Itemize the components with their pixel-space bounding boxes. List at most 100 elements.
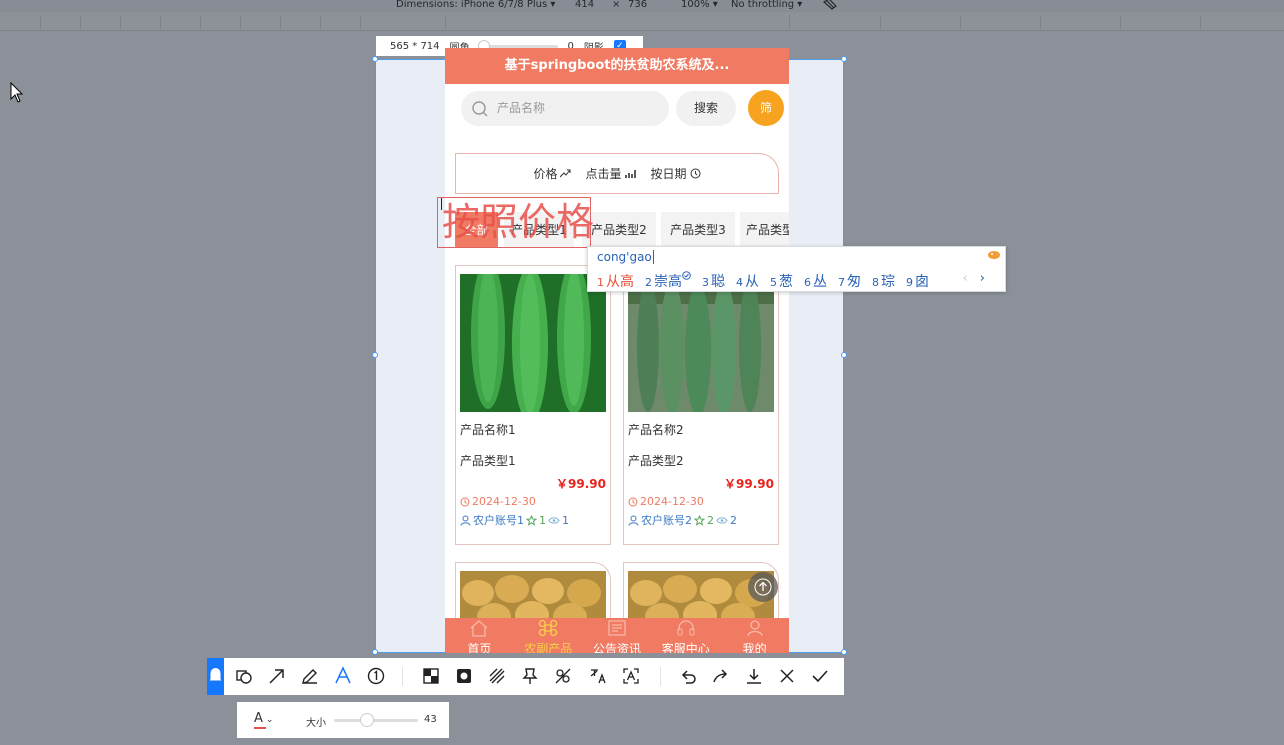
number-tool-icon[interactable]: [366, 666, 386, 686]
product-name: 产品名称1: [460, 423, 516, 437]
home-icon: [470, 620, 488, 637]
ime-candidate[interactable]: 5葱: [770, 271, 793, 291]
sort-date-label: 按日期: [650, 167, 687, 181]
close-icon[interactable]: [777, 666, 797, 686]
ime-logo-icon: [988, 251, 1000, 259]
category-type-3[interactable]: 产品类型3: [661, 212, 735, 248]
pen-tool-icon[interactable]: [300, 666, 320, 686]
user-icon: [460, 515, 471, 526]
text-extract-icon[interactable]: [621, 666, 641, 686]
resize-handle[interactable]: [372, 649, 378, 655]
text-tool-options: A ⌄ 大小 43: [237, 702, 449, 738]
eye-icon: [548, 516, 560, 524]
font-size-value: 43: [424, 714, 437, 725]
ime-candidate[interactable]: 6丛: [804, 271, 827, 291]
redo-icon[interactable]: [711, 666, 731, 686]
product-card[interactable]: 产品名称2 产品类型2 ￥99.90 2024-12-30 农户账号2 2 2: [623, 265, 779, 545]
resize-handle[interactable]: [841, 649, 847, 655]
ime-candidate[interactable]: 7匆: [838, 271, 861, 291]
font-size-slider[interactable]: [334, 719, 418, 722]
pin-tool-icon[interactable]: [520, 666, 540, 686]
farmer-account: 农户账号1: [473, 514, 524, 527]
size-label: 大小: [306, 718, 326, 729]
device-width-input[interactable]: 414: [575, 0, 594, 10]
sort-date[interactable]: 按日期: [651, 165, 701, 182]
text-annotation-box[interactable]: 按照价格: [437, 197, 595, 248]
command-icon: [539, 619, 558, 637]
throttle-select[interactable]: No throttling ▾: [731, 0, 802, 10]
font-size-slider-knob[interactable]: [360, 713, 374, 727]
ime-candidate[interactable]: 2 崇高: [645, 271, 691, 291]
device-height-input[interactable]: 736: [628, 0, 647, 10]
ime-candidate[interactable]: 1 从高: [597, 271, 634, 291]
annotation-text: 按照价格: [442, 200, 595, 244]
sort-clicks[interactable]: 点击量: [585, 165, 636, 182]
ime-candidate[interactable]: 4从: [736, 271, 759, 291]
app-title: 基于springboot的扶贫助农系统及...: [445, 48, 789, 84]
arrow-up-icon: [754, 578, 772, 596]
back-to-top-button[interactable]: [748, 572, 778, 602]
filter-button[interactable]: 筛: [748, 90, 784, 126]
ime-next-page[interactable]: ›: [980, 271, 985, 286]
mosaic-tool-icon[interactable]: [421, 666, 441, 686]
product-type: 产品类型1: [460, 454, 516, 468]
headset-icon: [677, 620, 695, 636]
translate-tool-icon[interactable]: [588, 666, 608, 686]
product-name: 产品名称2: [628, 423, 684, 437]
sort-price[interactable]: 价格: [533, 165, 571, 182]
search-button[interactable]: 搜索: [676, 91, 736, 126]
product-image-bitter-melon: [460, 274, 606, 412]
resize-handle[interactable]: [372, 56, 378, 62]
ime-prev-page[interactable]: ‹: [962, 271, 967, 286]
confirm-check-icon[interactable]: [810, 666, 830, 686]
user-icon: [746, 620, 763, 637]
download-icon[interactable]: [744, 666, 764, 686]
tab-products-label: 农副产品: [524, 642, 573, 653]
view-count: 2: [730, 513, 737, 527]
resize-handle[interactable]: [841, 56, 847, 62]
ime-candidate-window: cong'gao 1 从高 2 崇高 3聪 4从 5葱 6丛 7匆 8琮 9囱 ‹ …: [587, 246, 1006, 292]
product-meta: 农户账号1 1 1: [460, 512, 569, 528]
product-date: 2024-12-30: [628, 495, 704, 508]
product-card[interactable]: 产品名称1 产品类型1 ￥99.90 2024-12-30 农户账号1 1 1: [455, 265, 611, 545]
text-caret: [441, 198, 449, 210]
tab-home[interactable]: 首页: [445, 618, 514, 653]
ime-candidate[interactable]: 9囱: [906, 271, 929, 291]
tab-products[interactable]: 农副产品: [514, 618, 583, 653]
device-select[interactable]: Dimensions: iPhone 6/7/8 Plus ▾: [396, 0, 555, 10]
shape-tool-icon[interactable]: [234, 666, 254, 686]
pin-tab[interactable]: [207, 658, 224, 695]
sort-price-label: 价格: [533, 167, 558, 181]
bell-icon: [210, 668, 221, 681]
search-icon: [472, 101, 488, 117]
blur-tool-icon[interactable]: [454, 666, 474, 686]
ime-candidate[interactable]: 3聪: [702, 271, 725, 291]
category-type-4[interactable]: 产品类型4: [740, 212, 789, 248]
product-image-luffa: [628, 274, 774, 412]
rotate-icon[interactable]: [822, 0, 837, 13]
undo-icon[interactable]: [678, 666, 698, 686]
clock-icon: [690, 168, 701, 179]
hatch-tool-icon[interactable]: [487, 666, 507, 686]
mouse-cursor-icon: [10, 82, 24, 103]
text-color-picker[interactable]: A ⌄: [254, 711, 273, 729]
tab-service[interactable]: 客服中心: [651, 618, 720, 653]
star-icon: [694, 514, 705, 526]
search-placeholder: 产品名称: [497, 101, 546, 115]
product-type: 产品类型2: [628, 454, 684, 468]
times-sign: ×: [612, 0, 621, 10]
tab-news[interactable]: 公告资讯: [583, 618, 652, 653]
tab-profile[interactable]: 我的: [720, 618, 789, 653]
zoom-select[interactable]: 100% ▾: [681, 0, 718, 10]
text-tool-icon[interactable]: [333, 666, 353, 686]
clock-icon: [628, 497, 638, 506]
product-price: ￥99.90: [556, 477, 606, 491]
arrow-tool-icon[interactable]: [267, 666, 287, 686]
clock-icon: [460, 497, 470, 506]
resize-handle[interactable]: [841, 352, 847, 358]
ocr-tool-icon[interactable]: [553, 666, 573, 686]
search-input[interactable]: 产品名称: [461, 91, 669, 126]
resize-handle[interactable]: [372, 352, 378, 358]
product-meta: 农户账号2 2 2: [628, 512, 737, 528]
ime-candidate[interactable]: 8琮: [872, 271, 895, 291]
